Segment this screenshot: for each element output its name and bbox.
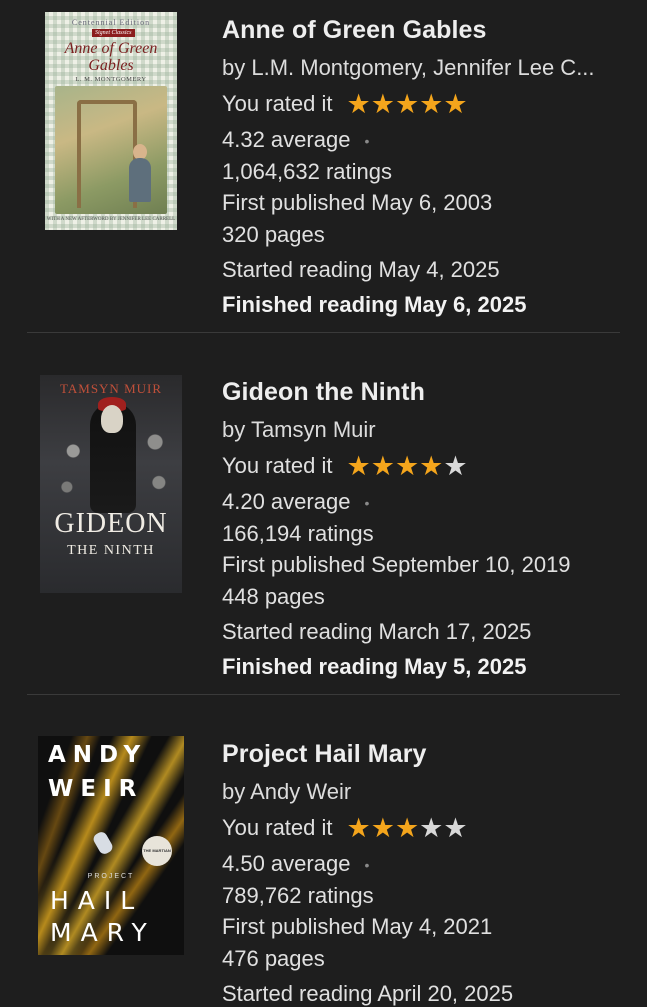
- star-rating[interactable]: ★ ★ ★ ★ ★: [347, 91, 468, 118]
- started-reading: Started reading March 17, 2025: [222, 619, 532, 644]
- rated-label: You rated it: [222, 453, 333, 478]
- star-filled-icon[interactable]: ★: [371, 453, 395, 480]
- star-filled-icon[interactable]: ★: [347, 815, 371, 842]
- star-filled-icon[interactable]: ★: [443, 91, 467, 118]
- started-reading: Started reading May 4, 2025: [222, 257, 500, 282]
- page-count: 448 pages: [222, 584, 325, 609]
- star-filled-icon[interactable]: ★: [347, 453, 371, 480]
- star-filled-icon[interactable]: ★: [395, 815, 419, 842]
- average-rating: 4.20 average •: [222, 489, 369, 515]
- cover-title-1: HAIL: [50, 886, 144, 915]
- average-rating: 4.32 average •: [222, 127, 369, 153]
- book-author[interactable]: by Tamsyn Muir: [222, 417, 622, 443]
- book-title[interactable]: Anne of Green Gables: [222, 16, 487, 45]
- book-cover[interactable]: ANDY WEIR THE MARTIAN PROJECT HAIL MARY: [38, 736, 184, 955]
- cover-badge: THE MARTIAN: [142, 836, 172, 866]
- cover-author-first: ANDY: [48, 742, 148, 768]
- star-rating[interactable]: ★ ★ ★ ★ ★: [347, 453, 468, 480]
- star-empty-icon[interactable]: ★: [443, 453, 467, 480]
- first-published: First published May 4, 2021: [222, 914, 493, 939]
- cover-author: L. M. MONTGOMERY: [75, 76, 147, 83]
- user-rating: You rated it ★ ★ ★ ★ ★: [222, 815, 468, 842]
- star-filled-icon[interactable]: ★: [419, 453, 443, 480]
- star-filled-icon[interactable]: ★: [419, 91, 443, 118]
- page-count: 320 pages: [222, 222, 325, 247]
- first-published: First published September 10, 2019: [222, 552, 571, 577]
- average-value: 4.50 average: [222, 851, 351, 876]
- star-filled-icon[interactable]: ★: [395, 453, 419, 480]
- cover-illustration: [55, 86, 167, 214]
- star-filled-icon[interactable]: ★: [395, 91, 419, 118]
- cover-title: Anne of Green Gables: [64, 40, 158, 74]
- dot-icon: •: [364, 495, 370, 512]
- started-reading: Started reading April 20, 2025: [222, 981, 514, 1006]
- book-entry[interactable]: Centennial Edition Signet Classics Anne …: [0, 0, 647, 332]
- page-count: 476 pages: [222, 946, 325, 971]
- cover-afterword: WITH A NEW AFTERWORD BY JENNIFER LEE CAR…: [46, 217, 176, 222]
- average-value: 4.32 average: [222, 127, 351, 152]
- cover-title: GIDEON: [54, 508, 168, 539]
- average-value: 4.20 average: [222, 489, 351, 514]
- skull-illustration: [101, 405, 123, 433]
- book-title[interactable]: Project Hail Mary: [222, 740, 427, 769]
- cover-author-last: WEIR: [48, 776, 144, 802]
- cover-project: PROJECT: [87, 873, 135, 880]
- book-author[interactable]: by L.M. Montgomery, Jennifer Lee C...: [222, 55, 622, 81]
- book-cover[interactable]: Centennial Edition Signet Classics Anne …: [45, 12, 177, 230]
- user-rating: You rated it ★ ★ ★ ★ ★: [222, 453, 468, 480]
- user-rating: You rated it ★ ★ ★ ★ ★: [222, 91, 468, 118]
- cover-subtitle: THE NINTH: [67, 543, 155, 558]
- finished-reading: Finished reading May 6, 2025: [222, 292, 527, 317]
- gate-illustration: [77, 100, 137, 208]
- star-filled-icon[interactable]: ★: [371, 91, 395, 118]
- star-rating[interactable]: ★ ★ ★ ★ ★: [347, 815, 468, 842]
- book-title[interactable]: Gideon the Ninth: [222, 378, 425, 407]
- ratings-count: 1,064,632 ratings: [222, 159, 393, 184]
- first-published: First published May 6, 2003: [222, 190, 493, 215]
- ratings-count: 789,762 ratings: [222, 883, 374, 908]
- dot-icon: •: [364, 857, 370, 874]
- cover-author: TAMSYN MUIR: [59, 381, 163, 396]
- rated-label: You rated it: [222, 91, 333, 116]
- star-filled-icon[interactable]: ★: [371, 815, 395, 842]
- star-empty-icon[interactable]: ★: [443, 815, 467, 842]
- dot-icon: •: [364, 133, 370, 150]
- book-cover[interactable]: TAMSYN MUIR GIDEON THE NINTH: [40, 375, 182, 593]
- finished-reading: Finished reading May 5, 2025: [222, 654, 527, 679]
- book-author[interactable]: by Andy Weir: [222, 779, 622, 805]
- divider: [27, 694, 620, 695]
- cover-edition: Centennial Edition: [71, 18, 151, 27]
- cover-title-2: MARY: [50, 918, 156, 947]
- star-filled-icon[interactable]: ★: [347, 91, 371, 118]
- rated-label: You rated it: [222, 815, 333, 840]
- average-rating: 4.50 average •: [222, 851, 369, 877]
- girl-illustration: [129, 158, 151, 202]
- ratings-count: 166,194 ratings: [222, 521, 374, 546]
- star-empty-icon[interactable]: ★: [419, 815, 443, 842]
- cover-imprint: Signet Classics: [92, 29, 135, 37]
